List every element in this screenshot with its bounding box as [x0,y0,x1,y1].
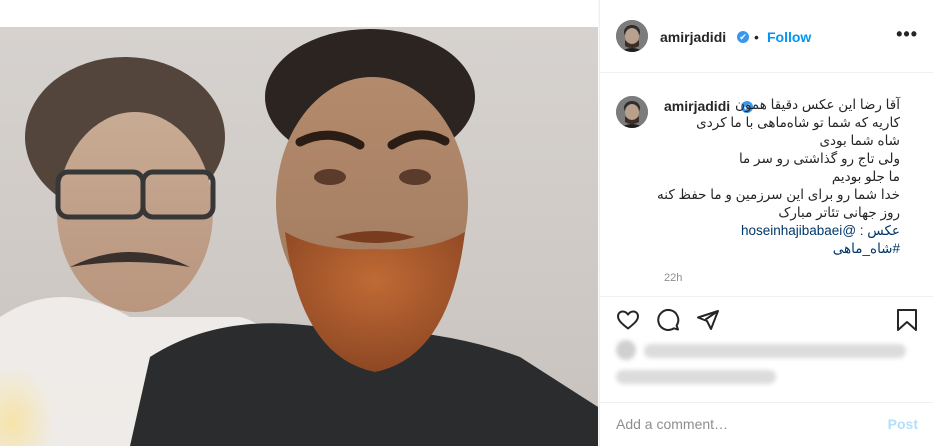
hashtag-link[interactable]: #شاه_ماهی [664,240,900,258]
caption-avatar[interactable] [616,96,648,128]
heart-icon[interactable] [616,308,640,332]
divider [600,296,933,297]
caption-line: شاه شما بودی [819,133,900,148]
top-bar-strip [0,0,598,28]
post-caption: آقا رضا این عکس دقیقا همون کاریه که شما … [657,96,900,258]
username[interactable]: amirjadidi [660,29,726,45]
divider [600,402,933,403]
post-image[interactable] [0,27,598,446]
add-comment-input[interactable]: Add a comment… [616,416,728,432]
separator-dot: • [754,29,759,45]
bookmark-icon[interactable] [896,308,918,332]
likes-line [644,344,906,358]
post-header: amirjadidi ✔ • Follow ••• [600,0,933,73]
comment-icon[interactable] [656,308,680,332]
more-options-icon[interactable]: ••• [896,24,918,45]
avatar-image [616,20,648,52]
caption-line: ما جلو بودیم [831,169,900,184]
post-time[interactable]: 22h [664,272,682,284]
follow-button[interactable]: Follow [767,29,811,45]
avatar[interactable] [616,20,648,52]
post-comment-button[interactable]: Post [888,416,918,432]
post-details-panel: amirjadidi ✔ • Follow ••• amirjadidi ✔ آ… [599,0,933,446]
likes-line [616,370,776,384]
caption-line: ولی تاج رو گذاشتی رو سر ما [738,151,900,166]
verified-badge-icon: ✔ [737,31,749,43]
caption-avatar-image [616,96,648,128]
photographer-mention-link[interactable]: عکس : @hoseinhajibabaei [664,222,900,240]
caption-line: خدا شما رو برای این سرزمین و ما حفظ کنه [657,187,900,202]
caption-line: روز جهانی تئاتر مبارک [778,205,900,220]
post-photo-illustration [0,29,598,446]
caption-line: کاریه که شما تو شاه‌ماهی با ما کردی [696,115,900,130]
likes-avatar [616,340,636,360]
caption-line: آقا رضا این عکس دقیقا همون [735,97,900,112]
share-icon[interactable] [696,308,720,332]
